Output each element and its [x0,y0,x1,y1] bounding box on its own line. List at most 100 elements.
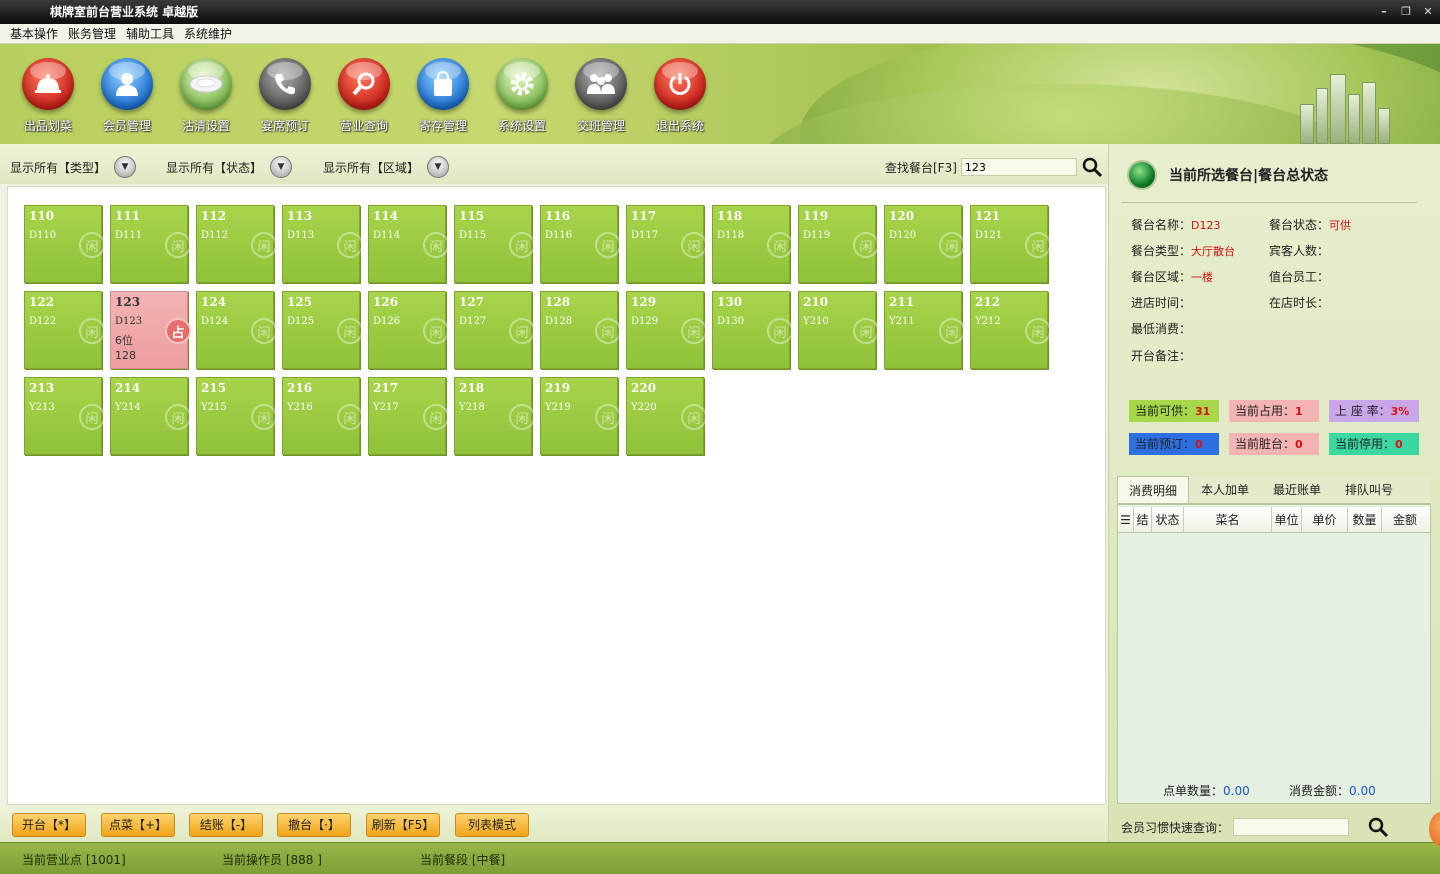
menu-basic-ops[interactable]: 基本操作 [10,25,58,42]
tab-my-additions[interactable]: 本人加单 [1189,476,1261,503]
table-tile[interactable]: 127 D127 闲 [454,291,535,369]
toolbar-button-gear[interactable]: 系统设置 [492,56,571,136]
table-tile[interactable]: 129 D129 闲 [626,291,707,369]
tab-queue-call[interactable]: 排队叫号 [1333,476,1405,503]
table-number: 115 [459,209,485,223]
close-button[interactable]: ✕ [1422,0,1434,24]
table-tile[interactable]: 112 D112 闲 [196,205,277,283]
refresh-button[interactable]: 刷新【F5】 [366,813,440,837]
stat-available[interactable]: 当前可供：31 [1129,400,1219,422]
chevron-down-icon[interactable]: ▼ [270,156,293,178]
title-bar: 棋牌室前台营业系统 卓越版 – ❐ ✕ [0,0,1440,24]
search-icon[interactable] [1367,816,1389,838]
restore-button[interactable]: ❐ [1400,0,1412,24]
order-button[interactable]: 点菜【+】 [101,813,175,837]
table-tile[interactable]: 218 Y218 闲 [454,377,535,455]
table-tile[interactable]: 214 Y214 闲 [110,377,191,455]
menu-accounts[interactable]: 账务管理 [68,25,116,42]
toolbar-button-phone[interactable]: 宴席预订 [255,56,334,136]
stat-dirty[interactable]: 当前脏台：0 [1229,433,1319,455]
table-tile[interactable]: 213 Y213 闲 [24,377,105,455]
menu-system[interactable]: 系统维护 [184,25,232,42]
member-habit-search: 会员习惯快速查询： [1121,816,1389,838]
gear-icon [496,58,548,110]
chevron-down-icon[interactable]: ▼ [427,156,450,178]
table-tile[interactable]: 219 Y219 闲 [540,377,621,455]
status-bar: 当前营业点 [1001] 当前操作员 [888 ] 当前餐段 [中餐] [0,842,1440,874]
table-tile[interactable]: 216 Y216 闲 [282,377,363,455]
toolbar-button-service-bell[interactable]: 出品划菜 [18,56,97,136]
toolbar-button-handover-people[interactable]: 交班管理 [571,56,650,136]
tab-consumption-detail[interactable]: 消费明细 [1117,476,1189,503]
type-filter[interactable]: 显示所有【类型】 ▼ [10,156,137,178]
table-tile[interactable]: 118 D118 闲 [712,205,793,283]
table-tile[interactable]: 116 D116 闲 [540,205,621,283]
column-header-settled[interactable]: 结 [1134,507,1152,532]
idle-logo-icon: 闲 [1025,318,1051,344]
table-tile[interactable]: 122 D122 闲 [24,291,105,369]
column-header-unit[interactable]: 单位 [1272,507,1302,532]
column-header-qty[interactable]: 数量 [1348,507,1382,532]
table-tile[interactable]: 212 Y212 闲 [970,291,1051,369]
member-search-input[interactable] [1233,818,1350,836]
toolbar-button-shopping-bag[interactable]: 寄存管理 [413,56,492,136]
table-tile[interactable]: 125 D125 闲 [282,291,363,369]
tab-recent-bills[interactable]: 最近账单 [1261,476,1333,503]
area-filter[interactable]: 显示所有【区域】 ▼ [323,156,450,178]
column-header-status[interactable]: 状态 [1152,507,1184,532]
clear-table-button[interactable]: 撤台【·】 [277,813,351,837]
column-header-menu[interactable]: ☰ [1118,507,1134,532]
table-tile[interactable]: 128 D128 闲 [540,291,621,369]
table-code: Y218 [459,402,485,413]
checkout-button[interactable]: 结账【-】 [189,813,263,837]
search-icon[interactable] [1081,156,1103,178]
table-tile[interactable]: 115 D115 闲 [454,205,535,283]
table-tile[interactable]: 120 D120 闲 [884,205,965,283]
menu-aux-tools[interactable]: 辅助工具 [126,25,174,42]
status-filter[interactable]: 显示所有【状态】 ▼ [166,156,293,178]
table-code: D124 [201,316,229,327]
field-table-type: 餐台类型：大厅散台 [1131,244,1236,258]
stat-stopped[interactable]: 当前停用：0 [1329,433,1419,455]
stat-occupancy-rate[interactable]: 上 座 率：3% [1329,400,1419,422]
toolbar-button-plate[interactable]: 沽清设置 [176,56,255,136]
table-tile[interactable]: 210 Y210 闲 [798,291,879,369]
panel-title: 当前所选餐台|餐台总状态 [1169,168,1329,184]
table-code: Y213 [29,402,55,413]
idle-logo-icon: 闲 [509,232,535,258]
table-tile[interactable]: 119 D119 闲 [798,205,879,283]
table-tile[interactable]: 123 D123 6位 128 占 [110,291,191,369]
table-tile[interactable]: 215 Y215 闲 [196,377,277,455]
order-count: 点单数量：0.00 [1163,784,1250,798]
chevron-down-icon[interactable]: ▼ [114,156,137,178]
list-mode-button[interactable]: 列表模式 [455,813,529,837]
table-tile[interactable]: 126 D126 闲 [368,291,449,369]
table-tile[interactable]: 121 D121 闲 [970,205,1051,283]
table-tile[interactable]: 117 D117 闲 [626,205,707,283]
column-header-dish[interactable]: 菜名 [1184,507,1272,532]
table-tile[interactable]: 220 Y220 闲 [626,377,707,455]
search-input[interactable] [960,158,1077,176]
idle-logo-icon: 闲 [509,404,535,430]
table-tile[interactable]: 211 Y211 闲 [884,291,965,369]
column-header-price[interactable]: 单价 [1302,507,1348,532]
table-tile[interactable]: 113 D113 闲 [282,205,363,283]
minimize-button[interactable]: – [1378,0,1390,24]
table-tile[interactable]: 217 Y217 闲 [368,377,449,455]
column-header-amount[interactable]: 金额 [1382,507,1428,532]
open-table-button[interactable]: 开台【*】 [12,813,86,837]
toolbar-button-member-user[interactable]: 会员管理 [97,56,176,136]
table-tile[interactable]: 114 D114 闲 [368,205,449,283]
table-tile[interactable]: 110 D110 闲 [24,205,105,283]
table-code: D115 [459,230,487,241]
orange-corner-button[interactable] [1429,812,1440,846]
toolbar-button-power[interactable]: 退出系统 [650,56,729,136]
table-tile[interactable]: 124 D124 闲 [196,291,277,369]
toolbar-button-magnifier[interactable]: 营业查询 [334,56,413,136]
table-tile[interactable]: 130 D130 闲 [712,291,793,369]
idle-logo-icon: 闲 [423,232,449,258]
table-tile[interactable]: 111 D111 闲 [110,205,191,283]
stat-reserved[interactable]: 当前预订：0 [1129,433,1219,455]
stat-occupied[interactable]: 当前占用：1 [1229,400,1319,422]
table-number: 123 [115,295,141,309]
